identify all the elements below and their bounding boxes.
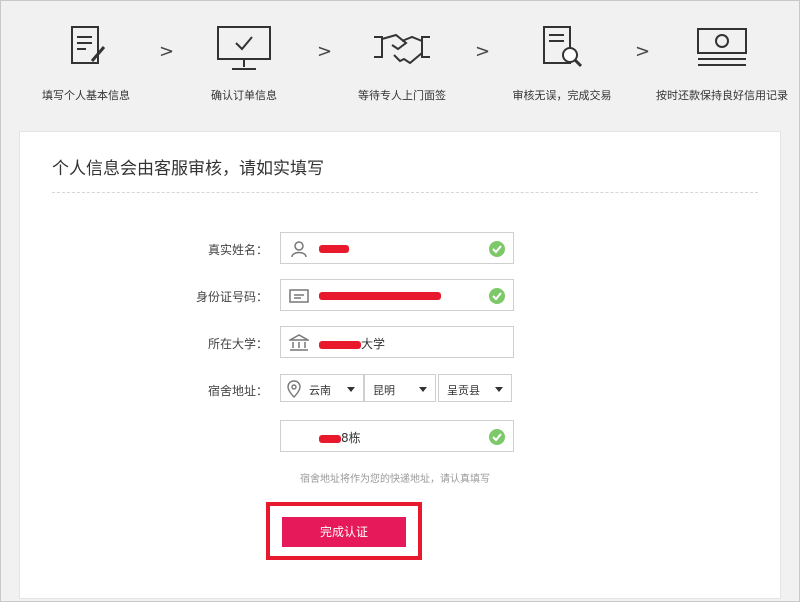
step-3-label: 等待专人上门面签: [358, 89, 446, 102]
step-3: 等待专人上门面签: [327, 23, 477, 103]
submit-highlight-box: 完成认证: [266, 502, 422, 560]
step-4: 审核无误，完成交易: [487, 23, 637, 103]
chevron-down-icon: [419, 387, 427, 392]
county-value: 呈贡县: [447, 384, 480, 397]
document-search-icon: [543, 26, 583, 68]
university-building-icon: [289, 334, 309, 351]
id-number-value-redacted: [319, 288, 441, 302]
id-number-field[interactable]: [280, 279, 514, 311]
city-select[interactable]: 昆明: [364, 374, 436, 402]
dorm-detail-field[interactable]: 8栋: [280, 420, 514, 452]
divider: [52, 192, 758, 193]
banknote-icon: [697, 28, 747, 66]
document-pen-icon: [71, 26, 106, 64]
complete-verification-button[interactable]: 完成认证: [282, 517, 406, 547]
step-2: 确认订单信息: [169, 23, 319, 103]
step-5: 按时还款保持良好信用记录: [647, 23, 797, 103]
university-value: 大学: [319, 335, 385, 352]
name-valid-check-icon: [489, 241, 505, 257]
chevron-down-icon: [495, 387, 503, 392]
university-field[interactable]: 大学: [280, 326, 514, 358]
city-value: 昆明: [373, 384, 395, 397]
user-icon: [291, 241, 307, 258]
id-label: 身份证号码：: [195, 290, 268, 304]
province-value: 云南: [309, 384, 331, 397]
name-label: 真实姓名：: [207, 243, 268, 257]
dorm-valid-check-icon: [489, 429, 505, 445]
form-title: 个人信息会由客服审核，请如实填写: [52, 159, 324, 179]
step-2-label: 确认订单信息: [211, 89, 277, 102]
step-1-label: 填写个人基本信息: [42, 89, 130, 102]
progress-steps: 填写个人基本信息 > 确认订单信息 > 等待专人上门面签 > 审核无误，完成交易: [1, 1, 799, 129]
location-pin-icon: [287, 380, 301, 398]
handshake-icon: [374, 33, 430, 65]
dorm-detail-value: 8栋: [319, 429, 361, 446]
id-card-icon: [289, 289, 309, 303]
name-value-redacted: [319, 241, 349, 255]
dorm-label: 宿舍地址：: [207, 384, 268, 398]
university-label: 所在大学：: [207, 337, 268, 351]
province-select[interactable]: 云南: [280, 374, 364, 402]
step-1: 填写个人基本信息: [11, 23, 161, 103]
id-valid-check-icon: [489, 288, 505, 304]
monitor-check-icon: [217, 26, 271, 70]
county-select[interactable]: 呈贡县: [438, 374, 512, 402]
step-5-label: 按时还款保持良好信用记录: [656, 89, 788, 102]
chevron-down-icon: [347, 387, 355, 392]
step-4-label: 审核无误，完成交易: [512, 89, 612, 102]
verification-form-card: 个人信息会由客服审核，请如实填写 真实姓名： 身份证号码： 所在大学： 大学 宿…: [19, 131, 781, 599]
name-field[interactable]: [280, 232, 514, 264]
address-hint: 宿舍地址将作为您的快递地址，请认真填写: [300, 474, 490, 485]
